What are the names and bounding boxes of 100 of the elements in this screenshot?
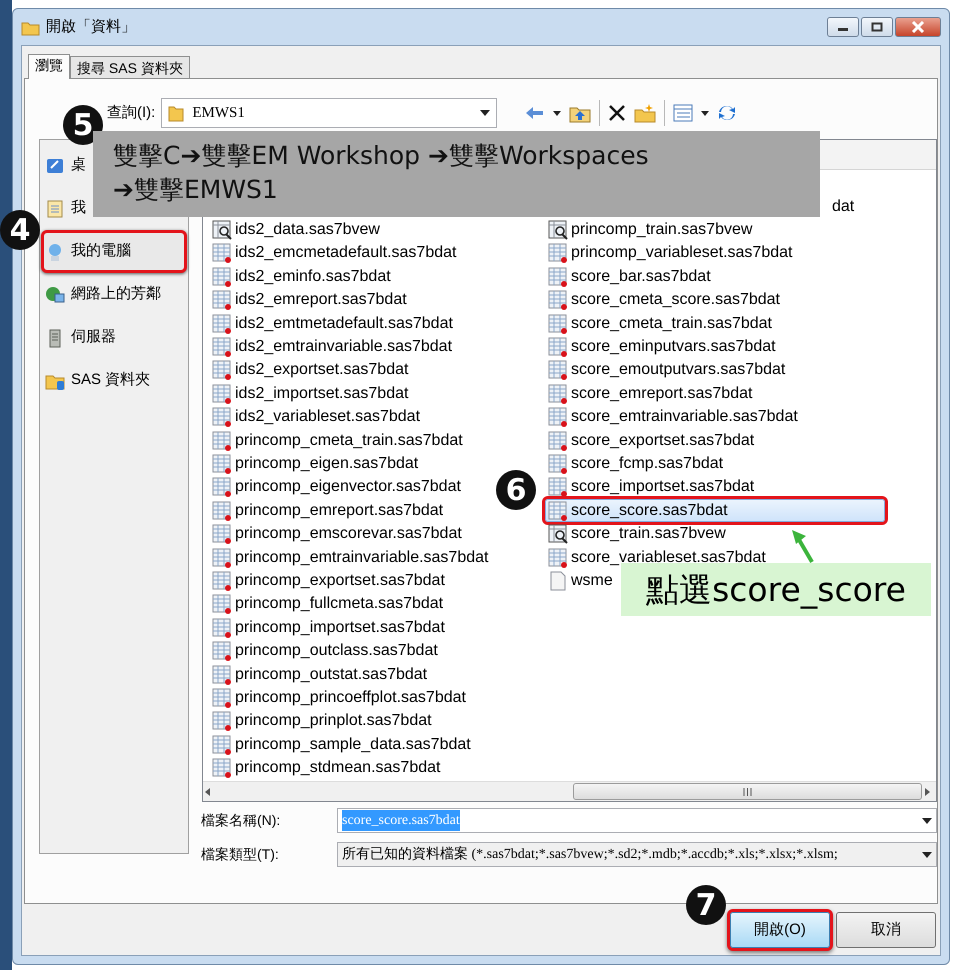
look-in-label: 查詢(I): xyxy=(107,102,156,123)
file-item[interactable]: princomp_importset.sas7bdat xyxy=(209,616,448,640)
file-item[interactable]: ids2_importset.sas7bdat xyxy=(209,382,412,406)
file-item[interactable]: dat xyxy=(829,195,858,218)
file-item[interactable]: princomp_prinplot.sas7bdat xyxy=(209,710,435,733)
tab[interactable]: 搜尋 SAS 資料夾 xyxy=(70,56,190,78)
file-item[interactable]: princomp_cmeta_train.sas7bdat xyxy=(209,428,466,452)
file-item[interactable]: ids2_emtrainvariable.sas7bdat xyxy=(209,335,456,359)
file-item[interactable]: score_exportset.sas7bdat xyxy=(545,428,758,452)
file-item[interactable]: score_eminputvars.sas7bdat xyxy=(545,335,779,359)
new-folder-icon[interactable] xyxy=(634,103,656,123)
caret-icon[interactable] xyxy=(922,852,932,858)
file-item[interactable]: score_score.sas7bdat xyxy=(545,499,885,522)
file-type-dropdown[interactable]: 所有已知的資料檔案 (*.sas7bdat;*.sas7bvew;*.sd2;*.mdb;*.accdb;*.xls;*.xlsx;*.xlsm; xyxy=(337,842,937,867)
network-icon xyxy=(45,284,65,304)
grip-icon xyxy=(743,788,752,796)
table-file-icon xyxy=(212,594,232,614)
look-in-dropdown[interactable]: EMWS1 xyxy=(161,98,498,128)
table-file-icon xyxy=(548,548,568,568)
file-item[interactable]: score_fcmp.sas7bdat xyxy=(545,452,726,476)
caret-icon[interactable] xyxy=(922,818,932,824)
table-file-icon xyxy=(548,500,568,521)
horizontal-scrollbar[interactable] xyxy=(203,781,936,801)
file-item[interactable]: ids2_emcmetadefault.sas7bdat xyxy=(209,242,460,266)
sidebar-item[interactable]: SAS 資料夾 xyxy=(41,359,156,402)
table-file-icon xyxy=(548,360,568,380)
file-item[interactable]: princomp_variableset.sas7bdat xyxy=(545,242,796,266)
table-file-icon xyxy=(548,290,568,310)
file-item[interactable]: princomp_emreport.sas7bdat xyxy=(209,499,446,522)
table-file-icon xyxy=(212,641,232,662)
file-item[interactable]: princomp_fullcmeta.sas7bdat xyxy=(209,592,446,616)
view-menu-icon[interactable] xyxy=(673,104,694,122)
table-file-icon xyxy=(212,454,232,474)
file-item[interactable]: score_bar.sas7bdat xyxy=(545,265,714,289)
file-item[interactable]: princomp_princoeffplot.sas7bdat xyxy=(209,686,469,710)
scroll-right-icon[interactable] xyxy=(922,786,932,796)
file-item[interactable]: ids2_eminfo.sas7bdat xyxy=(209,265,394,289)
table-file-icon xyxy=(212,266,232,287)
table-file-icon xyxy=(212,314,232,334)
table-file-icon xyxy=(212,688,232,708)
file-item[interactable]: princomp_train.sas7bvew xyxy=(545,218,756,242)
sidebar-item[interactable]: 網路上的芳鄰 xyxy=(41,273,166,316)
table-file-icon xyxy=(212,548,232,568)
file-item[interactable]: ids2_variableset.sas7bdat xyxy=(209,406,424,429)
file-item[interactable]: princomp_emscorevar.sas7bdat xyxy=(209,522,465,546)
file-item[interactable]: score_emoutputvars.sas7bdat xyxy=(545,358,788,382)
file-name-label: 檔案名稱(N): xyxy=(201,811,282,830)
open-button[interactable]: 開啟(O) xyxy=(730,912,830,948)
file-item[interactable]: wsme xyxy=(545,569,616,593)
file-item[interactable]: princomp_outstat.sas7bdat xyxy=(209,662,430,686)
sidebar-item[interactable]: 我的電腦 xyxy=(41,230,187,273)
file-item[interactable]: princomp_eigenvector.sas7bdat xyxy=(209,476,464,500)
file-item[interactable]: princomp_sample_data.sas7bdat xyxy=(209,732,474,756)
delete-icon[interactable] xyxy=(608,104,626,122)
caret-icon xyxy=(480,110,490,116)
documents-icon xyxy=(45,198,65,218)
file-item[interactable]: score_cmeta_train.sas7bdat xyxy=(545,312,775,336)
file-item[interactable]: score_cmeta_score.sas7bdat xyxy=(545,288,783,312)
refresh-icon[interactable] xyxy=(717,103,738,123)
instruction-note: 雙擊C➔雙擊EM Workshop ➔雙擊Workspaces ➔雙擊EMWS1 xyxy=(93,131,820,217)
file-item[interactable]: princomp_exportset.sas7bdat xyxy=(209,569,448,593)
scroll-thumb[interactable] xyxy=(573,783,922,800)
file-item[interactable]: score_train.sas7bvew xyxy=(545,522,729,546)
table-file-icon xyxy=(548,243,568,264)
caret-icon[interactable] xyxy=(553,110,562,116)
file-item[interactable]: princomp_eigen.sas7bdat xyxy=(209,452,422,476)
table-file-icon xyxy=(548,407,568,428)
tab[interactable]: 瀏覽 xyxy=(28,54,70,79)
caret-icon[interactable] xyxy=(701,110,710,116)
window-title: 開啟「資料」 xyxy=(46,16,136,37)
file-item[interactable]: princomp_stdmean.sas7bdat xyxy=(209,756,444,780)
callout-note: 點選score_score xyxy=(621,563,931,616)
sidebar-item[interactable]: 桌 xyxy=(41,144,91,187)
file-type-label: 檔案類型(T): xyxy=(201,845,280,864)
file-item[interactable]: score_importset.sas7bdat xyxy=(545,476,758,500)
sidebar-item[interactable]: 我 xyxy=(41,187,91,230)
sidebar-item[interactable]: 伺服器 xyxy=(41,316,121,359)
table-file-icon xyxy=(212,337,232,358)
table-file-icon xyxy=(548,430,568,451)
view-file-icon xyxy=(212,220,232,240)
close-button[interactable] xyxy=(895,17,941,37)
file-item[interactable]: ids2_emreport.sas7bdat xyxy=(209,288,410,312)
table-file-icon xyxy=(212,384,232,404)
table-file-icon xyxy=(212,477,232,498)
file-item[interactable]: princomp_emtrainvariable.sas7bdat xyxy=(209,546,492,570)
table-file-icon xyxy=(548,477,568,498)
scroll-left-icon[interactable] xyxy=(203,786,213,796)
file-item[interactable]: princomp_outclass.sas7bdat xyxy=(209,639,441,663)
file-item[interactable]: ids2_emtmetadefault.sas7bdat xyxy=(209,312,456,336)
file-item[interactable]: ids2_exportset.sas7bdat xyxy=(209,358,412,382)
minimize-button[interactable] xyxy=(827,17,859,37)
table-file-icon xyxy=(212,290,232,310)
file-item[interactable]: ids2_data.sas7bvew xyxy=(209,218,383,242)
table-file-icon xyxy=(212,430,232,451)
file-item[interactable]: score_emreport.sas7bdat xyxy=(545,382,756,406)
file-item[interactable]: score_emtrainvariable.sas7bdat xyxy=(545,406,801,429)
cancel-button[interactable]: 取消 xyxy=(836,912,936,948)
maximize-button[interactable] xyxy=(861,17,893,37)
table-file-icon xyxy=(212,618,232,638)
back-icon[interactable] xyxy=(525,106,546,120)
